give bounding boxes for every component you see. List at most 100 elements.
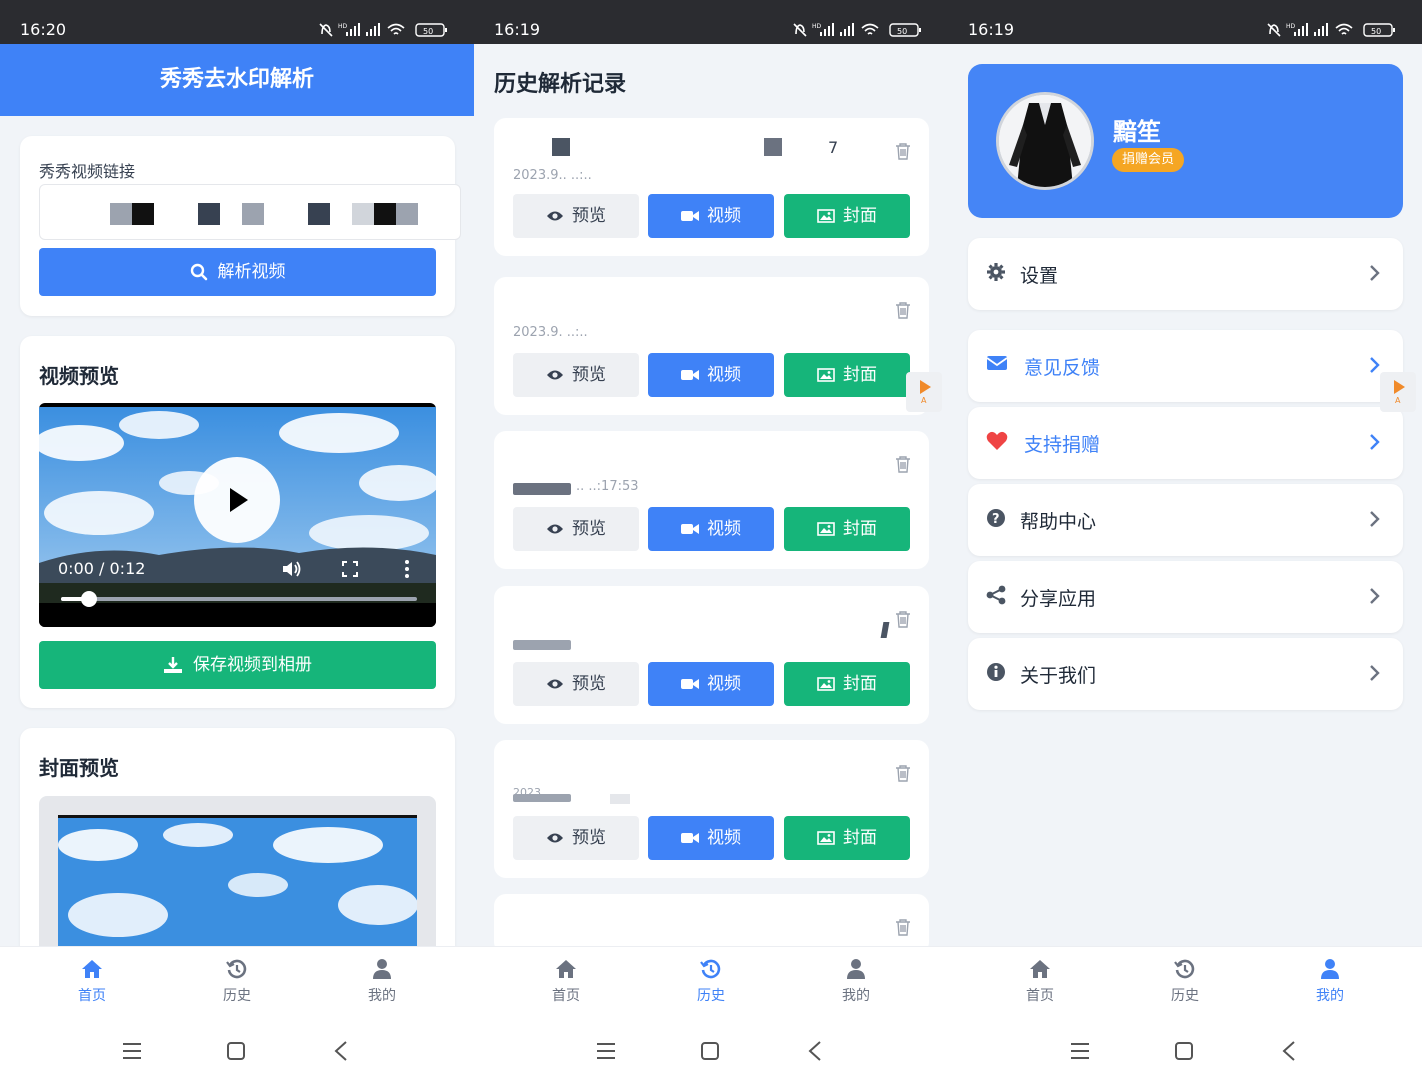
play-triangle-icon: A <box>1394 380 1405 404</box>
menu-settings[interactable]: 设置 <box>968 238 1403 310</box>
cover-button[interactable]: 封面 <box>784 507 910 551</box>
nav-home[interactable]: 首页 <box>995 959 1085 1005</box>
home-square-icon[interactable] <box>227 1042 245 1060</box>
redacted-block <box>396 203 418 225</box>
cover-button[interactable]: 封面 <box>784 353 910 397</box>
chevron-right-icon <box>1370 665 1380 681</box>
redacted-block <box>880 622 890 638</box>
avatar[interactable] <box>996 92 1094 190</box>
video-camera-icon <box>681 211 699 221</box>
nav-mine[interactable]: 我的 <box>811 959 901 1005</box>
trash-icon[interactable] <box>895 455 911 473</box>
heart-icon <box>986 431 1008 450</box>
nav-mine[interactable]: 我的 <box>1285 959 1375 1005</box>
back-icon[interactable] <box>1282 1041 1296 1061</box>
status-bar: 16:19 HD 50 <box>948 0 1422 44</box>
nav-home[interactable]: 首页 <box>47 959 137 1005</box>
trash-icon[interactable] <box>895 918 911 936</box>
home-square-icon[interactable] <box>701 1042 719 1060</box>
menu-donate[interactable]: 支持捐赠 <box>968 407 1403 479</box>
preview-button[interactable]: 预览 <box>513 353 639 397</box>
trash-icon[interactable] <box>895 610 911 628</box>
menu-icon[interactable] <box>122 1042 142 1060</box>
menu-help-center[interactable]: ? 帮助中心 <box>968 484 1403 556</box>
nav-history[interactable]: 历史 <box>1140 959 1230 1005</box>
redacted-block <box>198 203 220 225</box>
more-vertical-icon[interactable] <box>403 559 411 579</box>
preview-button[interactable]: 预览 <box>513 816 639 860</box>
cover-button[interactable]: 封面 <box>784 816 910 860</box>
info-circle-icon <box>987 663 1005 681</box>
menu-feedback[interactable]: 意见反馈 <box>968 330 1403 402</box>
cover-button[interactable]: 封面 <box>784 194 910 238</box>
envelope-icon <box>986 356 1008 370</box>
preview-button[interactable]: 预览 <box>513 507 639 551</box>
svg-text:50: 50 <box>897 27 907 36</box>
svg-text:50: 50 <box>1371 27 1381 36</box>
menu-icon[interactable] <box>596 1042 616 1060</box>
nav-history[interactable]: 历史 <box>192 959 282 1005</box>
redacted-block <box>374 203 396 225</box>
cover-button[interactable]: 封面 <box>784 662 910 706</box>
video-progress-track[interactable] <box>61 597 417 601</box>
menu-share-app[interactable]: 分享应用 <box>968 561 1403 633</box>
history-count: 7 <box>828 138 839 157</box>
status-bar: 16:20 HD 50 <box>0 0 474 44</box>
nav-history[interactable]: 历史 <box>666 959 756 1005</box>
nav-mine[interactable]: 我的 <box>337 959 427 1005</box>
profile-header-card: 黯笙 捐赠会员 <box>968 64 1403 218</box>
floating-side-tab[interactable]: A <box>906 372 942 412</box>
floating-side-tab[interactable]: A <box>1380 372 1416 412</box>
trash-icon[interactable] <box>895 764 911 782</box>
preview-button[interactable]: 预览 <box>513 662 639 706</box>
back-icon[interactable] <box>334 1041 348 1061</box>
status-bar: 16:19 HD 50 <box>474 0 948 44</box>
redacted-block <box>552 138 570 156</box>
username: 黯笙 <box>1113 118 1161 146</box>
save-video-button[interactable]: 保存视频到相册 <box>39 641 436 689</box>
video-button[interactable]: 视频 <box>648 662 774 706</box>
home-square-icon[interactable] <box>1175 1042 1193 1060</box>
fullscreen-icon[interactable] <box>342 561 358 577</box>
image-icon <box>817 368 835 382</box>
video-button[interactable]: 视频 <box>648 816 774 860</box>
svg-text:HD: HD <box>1286 23 1296 30</box>
redacted-block <box>513 483 571 495</box>
eye-icon <box>547 524 563 534</box>
back-icon[interactable] <box>808 1041 822 1061</box>
cover-preview-card: 封面预览 <box>20 728 455 968</box>
nav-home[interactable]: 首页 <box>521 959 611 1005</box>
parse-video-button[interactable]: 解析视频 <box>39 248 436 296</box>
image-icon <box>817 209 835 223</box>
trash-icon[interactable] <box>895 142 911 160</box>
bottom-nav: 首页 历史 我的 <box>474 946 948 1020</box>
gear-icon <box>987 263 1005 281</box>
screenshot-collage: 16:20 HD 50 秀秀去水印解析 秀秀视频链接 解析视频 视频预览 0:0… <box>0 0 1422 1080</box>
video-button[interactable]: 视频 <box>648 507 774 551</box>
volume-icon[interactable] <box>281 559 303 579</box>
history-item <box>494 894 929 954</box>
video-preview-card: 视频预览 0:00 / 0:12 保存视频到相册 <box>20 336 455 708</box>
video-button[interactable]: 视频 <box>648 194 774 238</box>
history-icon <box>226 959 247 979</box>
search-icon <box>190 263 207 281</box>
menu-icon[interactable] <box>1070 1042 1090 1060</box>
trash-icon[interactable] <box>895 301 911 319</box>
video-button[interactable]: 视频 <box>648 353 774 397</box>
home-icon <box>1030 960 1050 978</box>
history-item: 2023 预览 视频 封面 <box>494 740 929 878</box>
menu-about-us[interactable]: 关于我们 <box>968 638 1403 710</box>
history-date: 2023.9.. ..:.. <box>513 168 592 180</box>
video-camera-icon <box>681 370 699 380</box>
preview-button[interactable]: 预览 <box>513 194 639 238</box>
svg-text:A: A <box>1395 396 1401 404</box>
home-icon <box>82 960 102 978</box>
link-card: 秀秀视频链接 解析视频 <box>20 136 461 316</box>
history-item: 预览 视频 封面 <box>494 586 929 724</box>
video-camera-icon <box>681 524 699 534</box>
system-nav-bar <box>948 1020 1422 1080</box>
video-player[interactable]: 0:00 / 0:12 <box>39 403 436 627</box>
eye-icon <box>547 833 563 843</box>
status-time: 16:19 <box>968 20 1015 39</box>
link-input[interactable] <box>39 184 461 240</box>
